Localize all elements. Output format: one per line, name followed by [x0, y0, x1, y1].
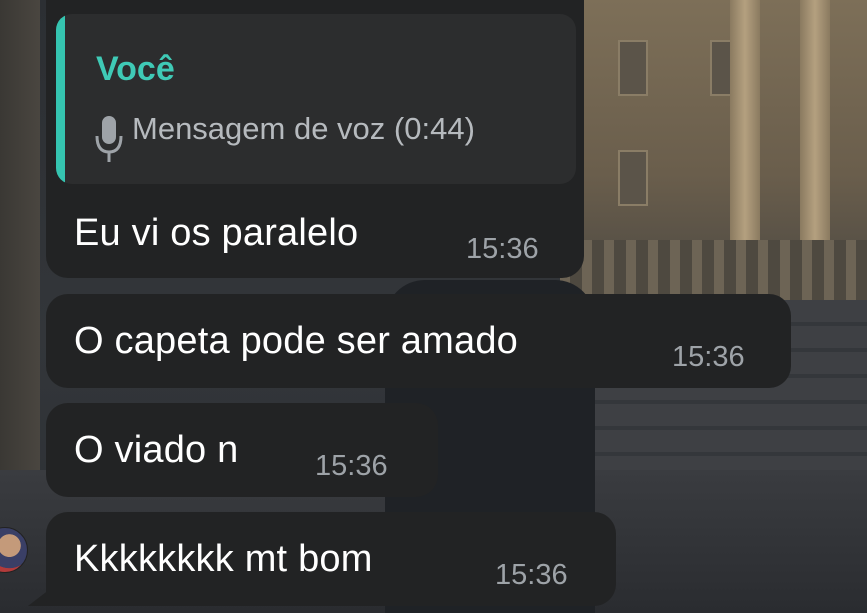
message-bubble[interactable]: O capeta pode ser amado 15:36 [46, 294, 791, 388]
message-text: O capeta pode ser amado [74, 320, 518, 362]
message-timestamp: 15:36 [672, 341, 745, 373]
reply-author: Você [96, 50, 175, 88]
reply-quote[interactable]: Você Mensagem de voz (0:44) [56, 14, 576, 184]
reply-accent-bar [56, 14, 65, 184]
wallpaper-balustrade [560, 240, 867, 300]
message-timestamp: 15:36 [466, 233, 539, 265]
message-timestamp: 15:36 [315, 450, 388, 482]
message-bubble[interactable]: Kkkkkkkk mt bom 15:36 [46, 512, 616, 606]
message-timestamp: 15:36 [495, 559, 568, 591]
wallpaper-window [618, 40, 648, 96]
wallpaper-left-column [0, 0, 40, 470]
microphone-icon [95, 116, 123, 162]
message-bubble[interactable]: O viado n 15:36 [46, 403, 438, 497]
message-text: Eu vi os paralelo [74, 212, 359, 254]
message-text: O viado n [74, 429, 239, 471]
message-bubble[interactable]: Você Mensagem de voz (0:44) Eu vi os par… [46, 0, 584, 278]
message-text: Kkkkkkkk mt bom [74, 538, 373, 580]
wallpaper-window [618, 150, 648, 206]
reply-text: Mensagem de voz (0:44) [132, 111, 475, 146]
